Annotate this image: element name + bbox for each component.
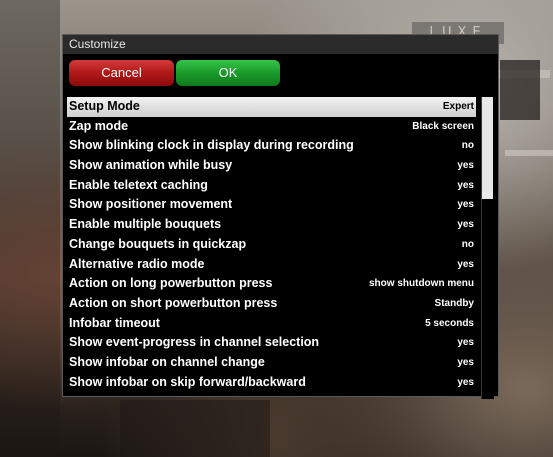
- setting-row[interactable]: Zap mode Black screen: [67, 117, 476, 137]
- setting-row[interactable]: Show infobar on channel change yes: [67, 353, 476, 373]
- setting-value[interactable]: yes: [457, 333, 474, 353]
- setting-label: Show infobar on channel change: [69, 354, 265, 369]
- setting-label: Action on long powerbutton press: [69, 276, 273, 291]
- setting-value[interactable]: no: [462, 235, 474, 255]
- setting-value[interactable]: 5 seconds: [425, 314, 474, 334]
- scrollbar-thumb[interactable]: [482, 97, 493, 199]
- settings-list: Setup Mode Expert Zap mode Black screen Show…: [67, 97, 476, 392]
- setting-label: Infobar timeout: [69, 315, 160, 330]
- setting-label: Zap mode: [69, 118, 129, 133]
- setting-label: Show event-progress in channel selection: [69, 335, 320, 350]
- setting-label: Show positioner movement: [69, 197, 233, 212]
- setting-value[interactable]: yes: [457, 373, 474, 393]
- setting-label: Enable teletext caching: [69, 177, 208, 192]
- setting-row[interactable]: Setup Mode Expert: [67, 97, 476, 117]
- setting-row[interactable]: Alternative radio mode yes: [67, 255, 476, 275]
- cancel-button[interactable]: Cancel: [69, 60, 174, 86]
- customize-window: Customize Cancel OK Setup Mode Expert Zap …: [62, 34, 499, 399]
- background-shadow: [0, 0, 60, 457]
- setting-row[interactable]: Action on short powerbutton press Standby: [67, 294, 476, 314]
- setting-row[interactable]: Show blinking clock in display during re…: [67, 136, 476, 156]
- setting-value[interactable]: yes: [457, 156, 474, 176]
- setting-row[interactable]: Enable multiple bouquets yes: [67, 215, 476, 235]
- setting-value[interactable]: yes: [457, 255, 474, 275]
- background-object: [120, 400, 270, 457]
- setting-row[interactable]: Infobar timeout 5 seconds: [67, 314, 476, 334]
- setting-label: Setup Mode: [69, 99, 140, 113]
- setting-label: Action on short powerbutton press: [69, 295, 278, 310]
- ok-button[interactable]: OK: [176, 60, 280, 86]
- setting-row[interactable]: Show animation while busy yes: [67, 156, 476, 176]
- setting-row[interactable]: Show positioner movement yes: [67, 195, 476, 215]
- setting-row[interactable]: Show infobar on skip forward/backward yes: [67, 373, 476, 393]
- setting-value[interactable]: yes: [457, 215, 474, 235]
- setting-value[interactable]: Black screen: [412, 117, 474, 137]
- setting-value[interactable]: Expert: [443, 97, 474, 117]
- setting-value[interactable]: yes: [457, 353, 474, 373]
- background-shelf: [505, 150, 553, 156]
- setting-label: Show animation while busy: [69, 158, 233, 173]
- setting-value[interactable]: yes: [457, 195, 474, 215]
- setting-row[interactable]: Enable teletext caching yes: [67, 176, 476, 196]
- setting-label: Alternative radio mode: [69, 256, 205, 271]
- setting-label: Change bouquets in quickzap: [69, 236, 247, 251]
- setting-row[interactable]: Action on long powerbutton press show shu…: [67, 274, 476, 294]
- setting-label: Enable multiple bouquets: [69, 217, 222, 232]
- background-object: [500, 60, 540, 120]
- setting-value[interactable]: no: [462, 136, 474, 156]
- setting-label: Show blinking clock in display during re…: [69, 138, 354, 153]
- setting-value[interactable]: yes: [457, 176, 474, 196]
- window-title: Customize: [63, 35, 498, 54]
- setting-row[interactable]: Show event-progress in channel selection…: [67, 333, 476, 353]
- setting-value[interactable]: Standby: [435, 294, 474, 314]
- setting-value[interactable]: show shutdown menu: [369, 274, 474, 294]
- setting-label: Show infobar on skip forward/backward: [69, 374, 306, 389]
- setting-row[interactable]: Change bouquets in quickzap no: [67, 235, 476, 255]
